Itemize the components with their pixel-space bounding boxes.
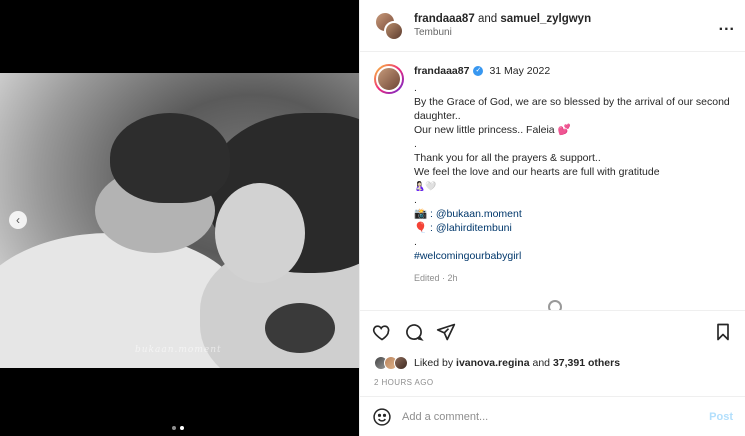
paper-plane-icon xyxy=(436,323,456,340)
collab-avatars[interactable] xyxy=(374,10,404,41)
chevron-left-icon: ‹ xyxy=(16,213,20,227)
caption-line: . xyxy=(414,236,417,248)
carousel-dot-active xyxy=(180,426,184,430)
caption-emoji-line: 🤱🏻🤍 xyxy=(414,181,437,191)
bookmark-icon xyxy=(717,323,729,340)
caption-body: frandaaa87 ✓ 31 May 2022 . By the Grace … xyxy=(414,64,731,310)
username-link[interactable]: frandaaa87 xyxy=(414,13,475,25)
more-options-icon[interactable]: ... xyxy=(719,17,735,35)
caption-username[interactable]: frandaaa87 xyxy=(414,64,469,78)
comment-bar: Post xyxy=(360,396,745,436)
likes-count-link[interactable]: 37,391 others xyxy=(553,357,620,369)
collab-usernames: frandaaa87 and samuel_zylgwyn xyxy=(414,13,591,25)
caption-line: We feel the love and our hearts are full… xyxy=(414,166,660,178)
action-bar xyxy=(360,310,745,352)
edited-timestamp: Edited · 2h xyxy=(414,273,458,283)
location-link[interactable]: Tembuni xyxy=(414,27,591,38)
caption-header: frandaaa87 ✓ 31 May 2022 xyxy=(414,64,731,78)
likes-text: Liked by ivanova.regina and 37,391 other… xyxy=(414,357,620,369)
carousel-dots xyxy=(172,426,184,430)
joiner-text: and xyxy=(477,13,498,25)
like-button[interactable] xyxy=(372,322,392,342)
heart-icon xyxy=(372,324,390,340)
save-button[interactable] xyxy=(713,322,733,342)
comment-input[interactable] xyxy=(402,410,710,423)
post-comment-button[interactable]: Post xyxy=(709,411,733,423)
likes-row: Liked by ivanova.regina and 37,391 other… xyxy=(360,352,745,374)
loading-spinner-icon xyxy=(548,300,562,310)
photo-baby-beanie xyxy=(110,113,230,203)
photo-shadow xyxy=(265,303,335,353)
verified-badge-icon: ✓ xyxy=(473,66,484,76)
previous-slide-button[interactable]: ‹ xyxy=(9,211,27,229)
caption-line: Our new little princess.. Faleia 💕 xyxy=(414,124,571,136)
username-link[interactable]: samuel_zylgwyn xyxy=(500,13,591,25)
avatar xyxy=(394,356,408,370)
comment-bubble-icon xyxy=(406,323,424,341)
share-button[interactable] xyxy=(436,322,456,342)
photo-watermark: bukaan.moment xyxy=(135,345,222,355)
post-photo[interactable]: bukaan.moment xyxy=(0,73,359,368)
smiley-icon xyxy=(373,407,391,426)
caption-date: 31 May 2022 xyxy=(489,65,551,77)
post-side-panel: frandaaa87 and samuel_zylgwyn Tembuni ..… xyxy=(359,0,745,436)
likes-joiner: and xyxy=(532,357,551,369)
emoji-button[interactable] xyxy=(372,407,392,427)
caption-line: . xyxy=(414,194,417,206)
comment-button[interactable] xyxy=(404,322,424,342)
caption-line: Thank you for all the prayers & support.… xyxy=(414,152,601,164)
avatar[interactable] xyxy=(374,64,404,94)
caption-line: . xyxy=(414,82,417,94)
carousel-dot xyxy=(172,426,176,430)
media-panel: bukaan.moment ‹ xyxy=(0,0,359,436)
liker-username-link[interactable]: ivanova.regina xyxy=(456,357,530,369)
post-timestamp[interactable]: 2 HOURS AGO xyxy=(360,374,745,394)
likes-prefix: Liked by xyxy=(414,357,454,369)
hashtag-link[interactable]: #welcomingourbabygirl xyxy=(414,249,731,263)
mention-venue-link[interactable]: 🎈 : @lahirditembuni xyxy=(414,221,731,235)
post-dialog: bukaan.moment ‹ frandaaa87 and samuel_zy… xyxy=(0,0,745,436)
photo-mother-face xyxy=(215,183,305,283)
avatar xyxy=(384,20,404,41)
caption-line: By the Grace of God, we are so blessed b… xyxy=(414,96,730,122)
mention-photographer-link[interactable]: 📸 : @bukaan.moment xyxy=(414,207,731,221)
post-header: frandaaa87 and samuel_zylgwyn Tembuni ..… xyxy=(360,0,745,52)
caption-line: . xyxy=(414,138,417,150)
liker-avatars xyxy=(374,356,408,370)
caption-area: frandaaa87 ✓ 31 May 2022 . By the Grace … xyxy=(360,52,745,310)
header-text: frandaaa87 and samuel_zylgwyn Tembuni xyxy=(414,13,591,38)
